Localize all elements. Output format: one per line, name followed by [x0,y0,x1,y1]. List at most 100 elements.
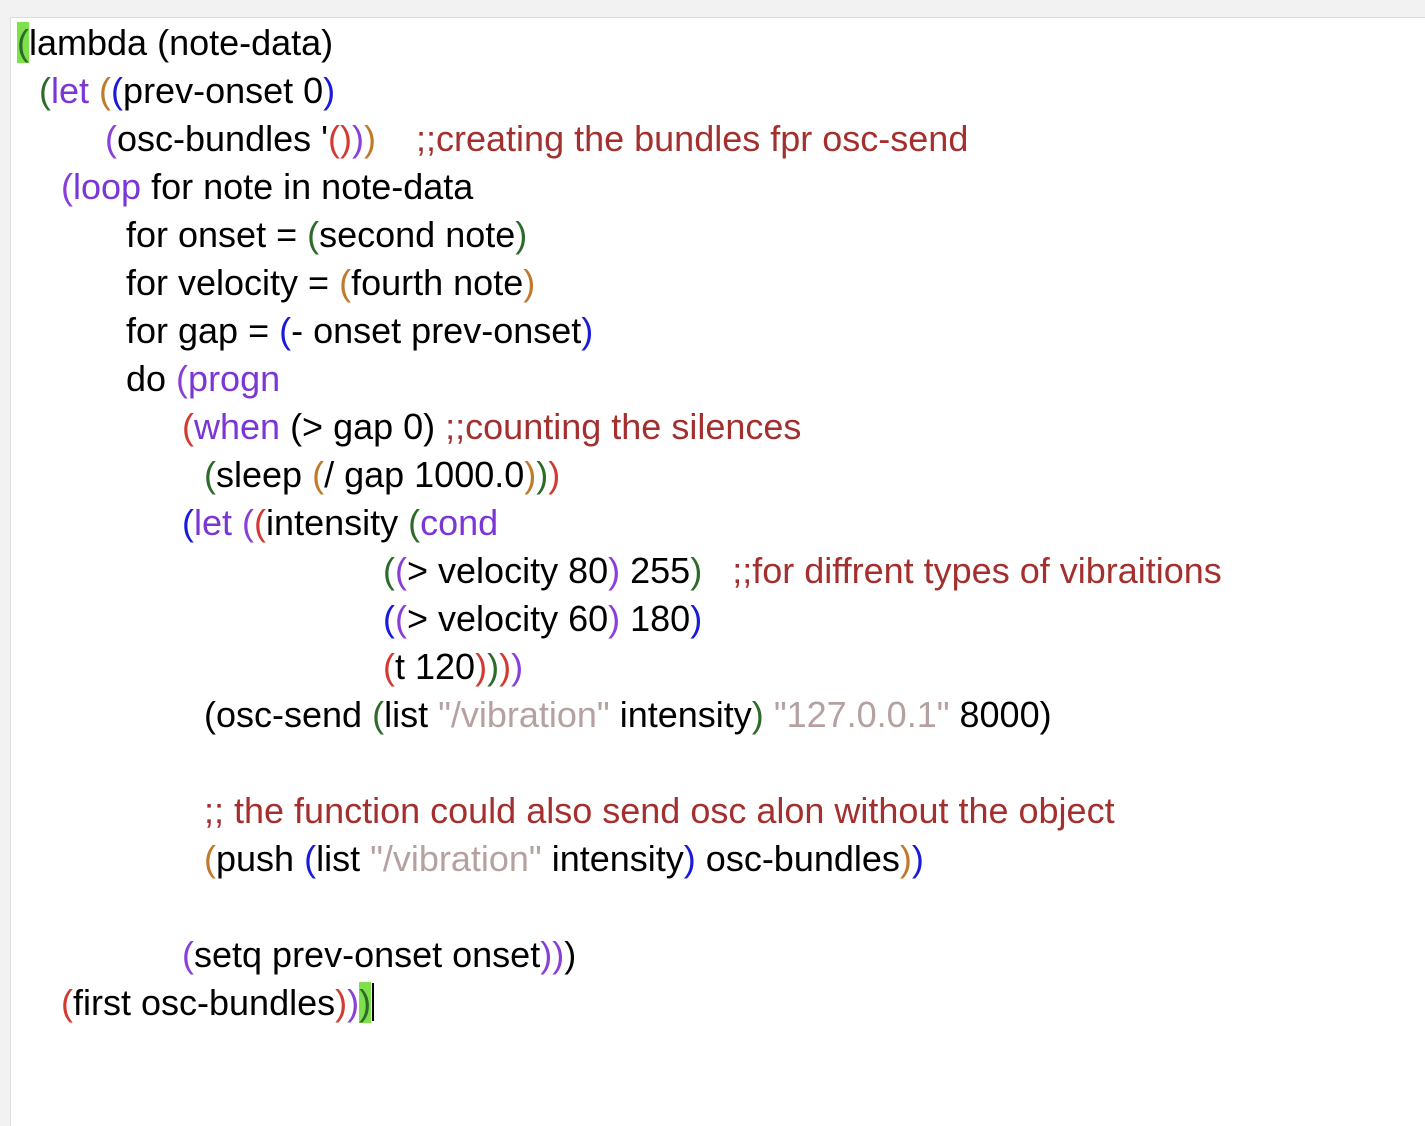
code-token: ( [395,550,407,591]
code-line[interactable]: ;; the function could also send osc alon… [204,787,1115,835]
code-token: ) [608,598,621,639]
code-token: intensity [609,694,752,735]
code-line[interactable]: (osc-bundles '())) ;;creating the bundle… [105,115,968,163]
code-line[interactable]: (setq prev-onset onset))) [182,931,576,979]
code-token: ) [487,646,500,687]
code-token: ( [99,70,112,111]
code-token: when [194,406,281,447]
code-token: first osc-bundles [73,982,336,1023]
code-token: ) [608,550,621,591]
code-token: lambda (note-data) [29,22,334,63]
code-token: (osc-send [204,694,373,735]
code-token: cond [420,502,499,543]
code-token: ( [312,454,325,495]
code-token: ( [204,454,216,495]
code-token: ) [899,838,912,879]
code-token: ( [328,118,340,159]
code-line[interactable]: (let ((prev-onset 0) [39,67,335,115]
code-line[interactable]: (loop for note in note-data [61,163,473,211]
code-token: ) [690,598,703,639]
code-token: intensity [266,502,409,543]
code-token: fourth note [351,262,524,303]
code-token: ( [372,694,385,735]
code-token: ( [383,550,395,591]
code-token: ( [182,502,194,543]
code-line[interactable]: for gap = (- onset prev-onset) [126,307,593,355]
code-token: ( [279,310,292,351]
code-line[interactable]: for velocity = (fourth note) [126,259,535,307]
code-token: osc-bundles [695,838,900,879]
code-line[interactable]: ((> velocity 80) 255) ;;for diffrent typ… [383,547,1222,595]
matched-paren: ( [17,22,29,63]
code-token: ;; the function could also send osc alon… [204,790,1115,831]
code-line[interactable]: for onset = (second note) [126,211,527,259]
code-token: ) [552,934,565,975]
code-token: ) [352,118,364,159]
code-token: ( [176,358,189,399]
code-token: 180 [620,598,691,639]
code-token: push [216,838,305,879]
code-token: "127.0.0.1" [773,694,950,735]
code-token: ;;counting the silences [445,406,802,447]
code-token: ( [182,934,194,975]
code-token: ( [242,502,255,543]
code-token: prev-onset 0 [123,70,324,111]
code-token: ) [335,982,348,1023]
code-token: progn [188,358,281,399]
code-token: ( [304,838,317,879]
code-line[interactable]: (first osc-bundles))) [61,979,375,1027]
code-token: second note [319,214,516,255]
code-token: ) [323,70,336,111]
code-token: "/vibration" [370,838,542,879]
code-token: ) [581,310,594,351]
code-token: for note in note-data [141,166,474,207]
code-token: for onset = [126,214,308,255]
code-line[interactable]: (osc-send (list "/vibration" intensity) … [204,691,1052,739]
code-token: ) [683,838,696,879]
code-line[interactable]: (let ((intensity (cond [182,499,498,547]
code-token: let [194,502,233,543]
code-line[interactable]: ((> velocity 60) 180) [383,595,702,643]
code-token: ( [408,502,421,543]
code-token: t 120 [395,646,476,687]
code-token: ( [111,70,124,111]
code-line[interactable]: do (progn [126,355,280,403]
code-token: ) [548,454,561,495]
code-editor[interactable]: (lambda (note-data) (let ((prev-onset 0)(… [10,17,1425,1126]
code-token: > velocity 60 [407,598,609,639]
text-caret [372,983,375,1021]
code-token: ( [182,406,194,447]
code-token: setq prev-onset onset [194,934,541,975]
code-token: ) [523,262,536,303]
code-token: intensity [541,838,684,879]
code-token: ( [254,502,267,543]
code-token: 255 [620,550,691,591]
code-token: ) [511,646,524,687]
code-token: (> gap 0) [280,406,446,447]
code-token: ( [339,262,352,303]
code-token: ( [383,598,395,639]
code-token: ( [39,70,51,111]
code-token: let [51,70,90,111]
code-token: ;;for diffrent types of vibraitions [732,550,1222,591]
code-token: "/vibration" [438,694,610,735]
code-line[interactable]: (sleep (/ gap 1000.0))) [204,451,560,499]
code-token: ) [911,838,924,879]
matched-paren: ) [359,982,372,1023]
code-token: ( [383,646,395,687]
code-token: for velocity = [126,262,340,303]
code-token: ( [61,166,73,207]
code-token: ) [340,118,352,159]
code-token: ) [751,694,764,735]
code-token: / gap 1000.0 [324,454,525,495]
code-line[interactable]: (t 120)))) [383,643,523,691]
code-token: > velocity 80 [407,550,609,591]
code-line[interactable]: (lambda (note-data) [17,19,333,67]
code-token: list [316,838,371,879]
code-line[interactable]: (push (list "/vibration" intensity) osc-… [204,835,924,883]
code-line[interactable]: (when (> gap 0) ;;counting the silences [182,403,801,451]
